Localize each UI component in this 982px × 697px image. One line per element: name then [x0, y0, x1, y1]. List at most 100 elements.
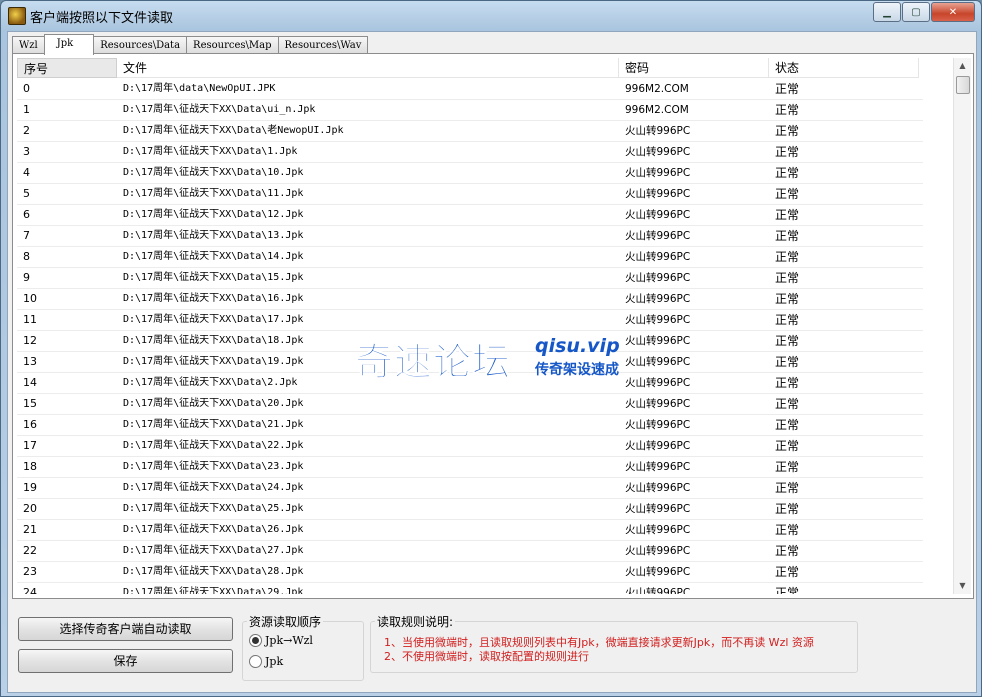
- tab-strip: Wzl Jpk Resources\Data Resources\Map Res…: [12, 34, 369, 55]
- app-icon: [8, 7, 26, 25]
- tab-wzl[interactable]: Wzl: [12, 36, 45, 54]
- column-header-status[interactable]: 状态: [769, 58, 919, 78]
- table-row[interactable]: 24 D:\17周年\征战天下XX\Data\29.Jpk 火山转996PC 正常: [17, 583, 923, 594]
- table-row[interactable]: 5 D:\17周年\征战天下XX\Data\11.Jpk 火山转996PC 正常: [17, 184, 923, 205]
- cell-file: D:\17周年\征战天下XX\Data\12.Jpk: [123, 209, 304, 220]
- cell-file: D:\17周年\征战天下XX\Data\10.Jpk: [123, 167, 304, 178]
- table-row[interactable]: 6 D:\17周年\征战天下XX\Data\12.Jpk 火山转996PC 正常: [17, 205, 923, 226]
- table-row[interactable]: 21 D:\17周年\征战天下XX\Data\26.Jpk 火山转996PC 正常: [17, 520, 923, 541]
- title-bar[interactable]: 客户端按照以下文件读取 ▁ ▢ ✕: [1, 1, 981, 29]
- file-list[interactable]: 序号 文件 密码 状态 0 D:\17周年\data\NewOpUI.JPK 996…: [17, 58, 959, 594]
- cell-file: D:\17周年\征战天下XX\Data\28.Jpk: [123, 566, 304, 577]
- cell-index: 23: [23, 565, 37, 578]
- radio-selected-icon[interactable]: [249, 634, 262, 647]
- cell-file: D:\17周年\data\NewOpUI.JPK: [123, 83, 276, 94]
- maximize-button[interactable]: ▢: [902, 2, 930, 22]
- table-row[interactable]: 9 D:\17周年\征战天下XX\Data\15.Jpk 火山转996PC 正常: [17, 268, 923, 289]
- table-row[interactable]: 20 D:\17周年\征战天下XX\Data\25.Jpk 火山转996PC 正常: [17, 499, 923, 520]
- cell-status: 正常: [775, 208, 800, 222]
- cell-file: D:\17周年\征战天下XX\Data\21.Jpk: [123, 419, 304, 430]
- scroll-thumb[interactable]: [956, 76, 970, 94]
- scroll-up-icon[interactable]: ▲: [954, 58, 971, 74]
- cell-status: 正常: [775, 376, 800, 390]
- column-header-file[interactable]: 文件: [117, 58, 619, 78]
- table-row[interactable]: 11 D:\17周年\征战天下XX\Data\17.Jpk 火山转996PC 正常: [17, 310, 923, 331]
- table-row[interactable]: 18 D:\17周年\征战天下XX\Data\23.Jpk 火山转996PC 正常: [17, 457, 923, 478]
- cell-status: 正常: [775, 544, 800, 558]
- radio-jpk[interactable]: Jpk: [249, 655, 283, 668]
- table-row[interactable]: 3 D:\17周年\征战天下XX\Data\1.Jpk 火山转996PC 正常: [17, 142, 923, 163]
- tab-resources-wav[interactable]: Resources\Wav: [277, 36, 369, 54]
- rules-text: 1、当使用微端时，且读取规则列表中有Jpk，微端直接请求更新Jpk，而不再读 W…: [384, 636, 814, 664]
- tab-resources-map[interactable]: Resources\Map: [186, 36, 279, 54]
- cell-status: 正常: [775, 334, 800, 348]
- tab-resources-data[interactable]: Resources\Data: [93, 36, 188, 54]
- cell-password: 火山转996PC: [625, 167, 691, 179]
- auto-read-button[interactable]: 选择传奇客户端自动读取: [18, 617, 233, 641]
- table-row[interactable]: 2 D:\17周年\征战天下XX\Data\老NewopUI.Jpk 火山转996P…: [17, 121, 923, 142]
- bottom-panel: 选择传奇客户端自动读取 保存 资源读取顺序 Jpk→Wzl Jpk 读取规则说明…: [8, 600, 976, 692]
- table-row[interactable]: 10 D:\17周年\征战天下XX\Data\16.Jpk 火山转996PC 正常: [17, 289, 923, 310]
- table-row[interactable]: 23 D:\17周年\征战天下XX\Data\28.Jpk 火山转996PC 正常: [17, 562, 923, 583]
- read-order-group: 资源读取顺序 Jpk→Wzl Jpk: [242, 613, 364, 681]
- cell-status: 正常: [775, 439, 800, 453]
- tab-jpk[interactable]: Jpk: [43, 34, 95, 55]
- scroll-down-icon[interactable]: ▼: [954, 578, 971, 594]
- close-button[interactable]: ✕: [931, 2, 975, 22]
- cell-status: 正常: [775, 565, 800, 579]
- cell-index: 7: [23, 229, 30, 242]
- watermark-url: qisu.vip: [535, 335, 620, 357]
- table-row[interactable]: 16 D:\17周年\征战天下XX\Data\21.Jpk 火山转996PC 正常: [17, 415, 923, 436]
- column-header-index[interactable]: 序号: [17, 58, 117, 78]
- cell-file: D:\17周年\征战天下XX\Data\23.Jpk: [123, 461, 304, 472]
- table-row[interactable]: 8 D:\17周年\征战天下XX\Data\14.Jpk 火山转996PC 正常: [17, 247, 923, 268]
- radio-jpk-wzl[interactable]: Jpk→Wzl: [249, 634, 313, 647]
- window-title: 客户端按照以下文件读取: [30, 11, 174, 26]
- tab-panel: 序号 文件 密码 状态 0 D:\17周年\data\NewOpUI.JPK 996…: [12, 53, 974, 599]
- column-header-password[interactable]: 密码: [619, 58, 769, 78]
- cell-password: 火山转996PC: [625, 230, 691, 242]
- cell-password: 996M2.COM: [625, 83, 689, 95]
- minimize-button[interactable]: ▁: [873, 2, 901, 22]
- cell-index: 14: [23, 376, 37, 389]
- cell-file: D:\17周年\征战天下XX\Data\16.Jpk: [123, 293, 304, 304]
- cell-password: 火山转996PC: [625, 314, 691, 326]
- cell-status: 正常: [775, 271, 800, 285]
- cell-index: 22: [23, 544, 37, 557]
- cell-password: 火山转996PC: [625, 293, 691, 305]
- cell-password: 火山转996PC: [625, 440, 691, 452]
- table-row[interactable]: 19 D:\17周年\征战天下XX\Data\24.Jpk 火山转996PC 正常: [17, 478, 923, 499]
- table-row[interactable]: 1 D:\17周年\征战天下XX\Data\ui_n.Jpk 996M2.COM 正常: [17, 100, 923, 121]
- cell-index: 3: [23, 145, 30, 158]
- save-button[interactable]: 保存: [18, 649, 233, 673]
- table-row[interactable]: 17 D:\17周年\征战天下XX\Data\22.Jpk 火山转996PC 正常: [17, 436, 923, 457]
- table-row[interactable]: 15 D:\17周年\征战天下XX\Data\20.Jpk 火山转996PC 正常: [17, 394, 923, 415]
- cell-file: D:\17周年\征战天下XX\Data\11.Jpk: [123, 188, 304, 199]
- cell-password: 火山转996PC: [625, 125, 691, 137]
- watermark: 奇速论坛 qisu.vip 传奇架设速成: [354, 331, 619, 386]
- cell-password: 火山转996PC: [625, 503, 691, 515]
- table-row[interactable]: 7 D:\17周年\征战天下XX\Data\13.Jpk 火山转996PC 正常: [17, 226, 923, 247]
- table-row[interactable]: 4 D:\17周年\征战天下XX\Data\10.Jpk 火山转996PC 正常: [17, 163, 923, 184]
- cell-status: 正常: [775, 229, 800, 243]
- cell-index: 4: [23, 166, 30, 179]
- cell-password: 火山转996PC: [625, 587, 691, 594]
- cell-password: 火山转996PC: [625, 356, 691, 368]
- cell-status: 正常: [775, 82, 800, 96]
- vertical-scrollbar[interactable]: ▲ ▼: [953, 58, 971, 594]
- cell-index: 15: [23, 397, 37, 410]
- watermark-subtitle: 传奇架设速成: [535, 362, 619, 378]
- table-row[interactable]: 22 D:\17周年\征战天下XX\Data\27.Jpk 火山转996PC 正常: [17, 541, 923, 562]
- cell-index: 20: [23, 502, 37, 515]
- read-order-title: 资源读取顺序: [247, 613, 324, 630]
- table-row[interactable]: 0 D:\17周年\data\NewOpUI.JPK 996M2.COM 正常: [17, 79, 923, 100]
- cell-file: D:\17周年\征战天下XX\Data\13.Jpk: [123, 230, 304, 241]
- cell-file: D:\17周年\征战天下XX\Data\ui_n.Jpk: [123, 104, 316, 115]
- cell-status: 正常: [775, 145, 800, 159]
- cell-password: 996M2.COM: [625, 104, 689, 116]
- cell-status: 正常: [775, 103, 800, 117]
- cell-status: 正常: [775, 523, 800, 537]
- cell-password: 火山转996PC: [625, 188, 691, 200]
- radio-unselected-icon[interactable]: [249, 655, 262, 668]
- cell-status: 正常: [775, 397, 800, 411]
